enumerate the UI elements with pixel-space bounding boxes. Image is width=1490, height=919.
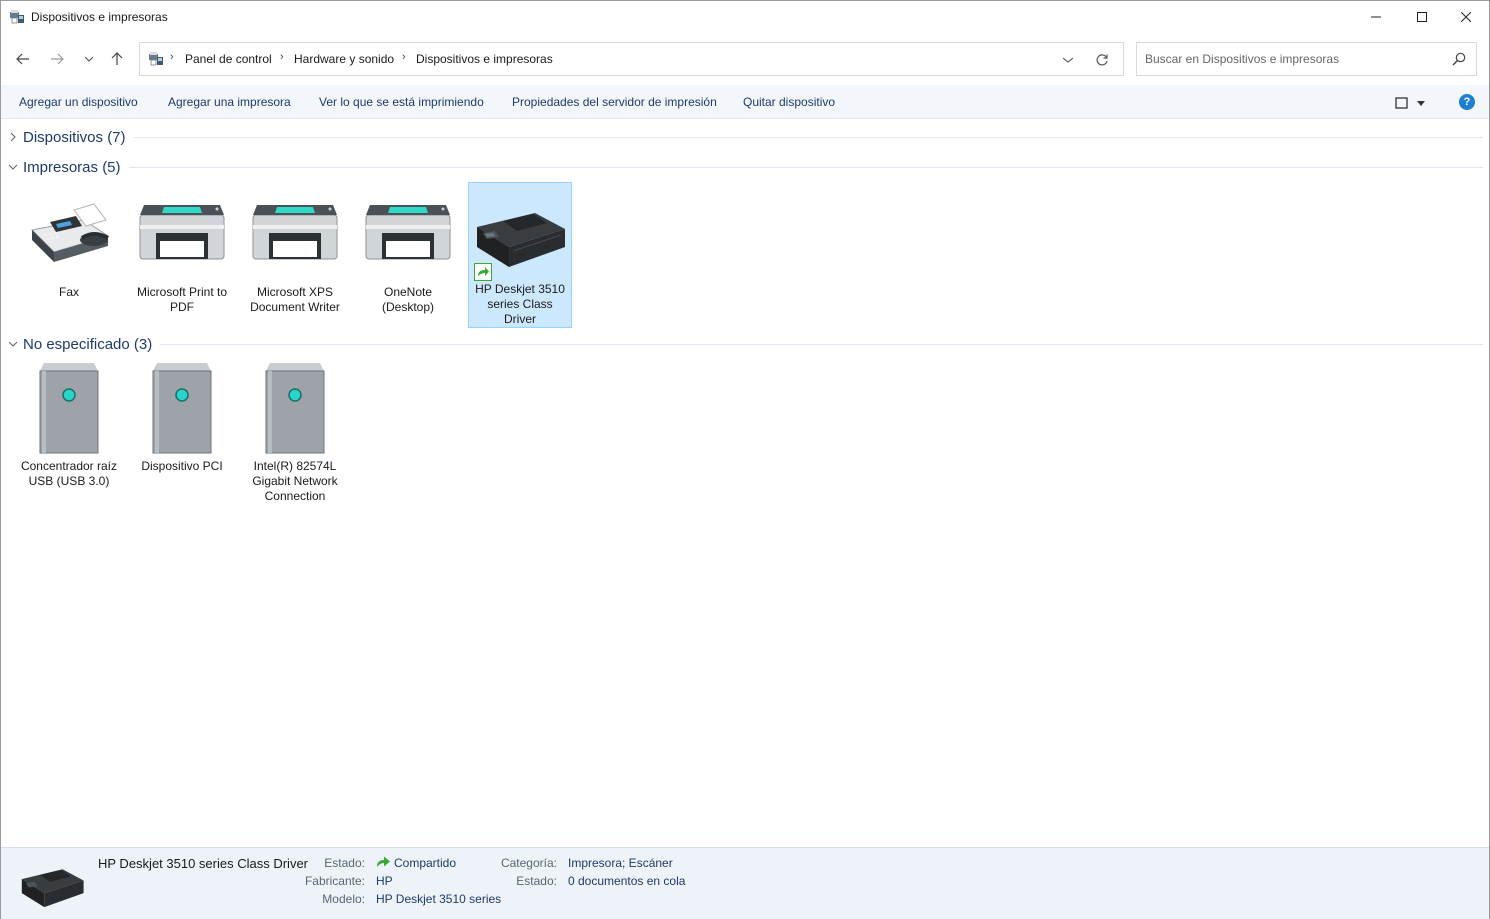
details-category-value: Impresora; Escáner (568, 856, 673, 870)
device-item-hp-deskjet-3510[interactable]: HP Deskjet 3510 series Class Driver (468, 182, 572, 328)
back-button[interactable] (11, 47, 35, 71)
device-item-microsoft-print-to-pdf[interactable]: Microsoft Print to PDF (130, 187, 234, 315)
shared-icon (474, 263, 492, 281)
tower-device-icon (21, 357, 117, 457)
chevron-down-icon (7, 338, 19, 350)
details-device-name: HP Deskjet 3510 series Class Driver (98, 856, 308, 871)
add-printer-button[interactable]: Agregar una impresora (168, 95, 291, 109)
group-divider (160, 343, 1483, 345)
details-pane: HP Deskjet 3510 series Class Driver Esta… (1, 847, 1489, 919)
printer-icon (360, 187, 456, 283)
device-item-usb-root-hub[interactable]: Concentrador raíz USB (USB 3.0) (17, 357, 121, 489)
chevron-down-icon (1063, 57, 1073, 63)
group-header-impresoras[interactable]: Impresoras (5) (7, 157, 1483, 177)
group-title-dispositivos: Dispositivos (7) (23, 128, 126, 146)
device-label: Microsoft Print to PDF (136, 285, 228, 314)
maximize-icon (1417, 12, 1427, 22)
breadcrumb-chevron-icon: › (280, 51, 284, 63)
up-button[interactable] (105, 47, 129, 71)
minimize-button[interactable] (1353, 1, 1399, 33)
group-divider (128, 166, 1483, 168)
printer-icon (247, 187, 343, 283)
chevron-down-icon (85, 56, 93, 62)
navigation-bar: › Panel de control › Hardware y sonido ›… (1, 33, 1489, 85)
add-device-button[interactable]: Agregar un dispositivo (19, 95, 138, 109)
close-icon (1461, 12, 1471, 22)
search-icon[interactable] (1451, 51, 1467, 67)
maximize-button[interactable] (1399, 1, 1445, 33)
address-history-button[interactable] (1058, 51, 1078, 69)
chevron-down-icon (1417, 100, 1425, 106)
details-model-label: Modelo: (322, 892, 365, 906)
devices-printers-icon (10, 10, 24, 24)
shared-icon (377, 856, 390, 867)
breadcrumb-panel-de-control[interactable]: Panel de control (185, 52, 272, 66)
window-title: Dispositivos e impresoras (31, 10, 168, 24)
details-queue-status-value: 0 documentos en cola (568, 874, 686, 888)
breadcrumb-chevron-icon: › (170, 51, 174, 63)
command-bar: Agregar un dispositivo Agregar una impre… (1, 85, 1489, 119)
forward-button[interactable] (45, 47, 69, 71)
group-title-impresoras: Impresoras (5) (23, 158, 121, 176)
refresh-icon (1096, 54, 1108, 66)
device-label: Microsoft XPS Document Writer (250, 285, 340, 314)
recent-locations-button[interactable] (77, 47, 101, 71)
device-item-onenote-desktop[interactable]: OneNote (Desktop) (356, 187, 460, 315)
device-label: Dispositivo PCI (141, 459, 223, 473)
details-manufacturer-value: HP (376, 874, 393, 888)
arrow-left-icon (16, 53, 29, 65)
remove-device-button[interactable]: Quitar dispositivo (743, 95, 835, 109)
device-label: Intel(R) 82574L Gigabit Network Connecti… (252, 459, 338, 503)
tower-device-icon (134, 357, 230, 457)
details-manufacturer-label: Fabricante: (304, 874, 365, 888)
arrow-right-icon (51, 53, 64, 65)
chevron-right-icon (7, 131, 19, 143)
group-header-no-especificado[interactable]: No especificado (3) (7, 334, 1483, 354)
view-icon (1395, 97, 1408, 109)
minimize-icon (1371, 16, 1381, 18)
refresh-button[interactable] (1092, 50, 1112, 70)
details-status-value: Compartido (394, 856, 457, 870)
help-icon: ? (1463, 96, 1471, 108)
details-model-value: HP Deskjet 3510 series (376, 892, 502, 906)
details-category-label: Categoría: (500, 856, 557, 870)
device-item-pci-device[interactable]: Dispositivo PCI (130, 357, 234, 474)
search-box[interactable] (1136, 42, 1477, 76)
group-header-dispositivos[interactable]: Dispositivos (7) (7, 127, 1483, 147)
hp-printer-icon (472, 187, 568, 281)
device-item-fax[interactable]: Fax (17, 187, 121, 300)
device-label: Concentrador raíz USB (USB 3.0) (20, 459, 118, 488)
printer-icon (134, 187, 230, 283)
device-label: OneNote (Desktop) (381, 285, 434, 314)
device-item-microsoft-xps-document-writer[interactable]: Microsoft XPS Document Writer (243, 187, 347, 315)
group-divider (133, 136, 1483, 138)
chevron-down-icon (7, 161, 19, 173)
group-title-no-especificado: No especificado (3) (23, 335, 153, 353)
see-whats-printing-button[interactable]: Ver lo que se está imprimiendo (319, 95, 484, 109)
arrow-up-icon (111, 52, 123, 65)
devices-printers-icon (149, 52, 163, 66)
fax-icon (21, 187, 117, 283)
print-server-properties-button[interactable]: Propiedades del servidor de impresión (512, 95, 717, 109)
devices-printers-window: Dispositivos e impresoras › Panel de con… (0, 0, 1490, 919)
details-status-label: Estado: (324, 856, 365, 870)
title-bar: Dispositivos e impresoras (1, 1, 1489, 33)
tower-device-icon (247, 357, 343, 457)
breadcrumb-chevron-icon: › (402, 51, 406, 63)
device-label: Fax (58, 285, 79, 299)
search-input[interactable] (1145, 52, 1445, 66)
help-button[interactable]: ? (1459, 94, 1475, 110)
close-button[interactable] (1443, 1, 1489, 33)
details-queue-status-label: Estado: (516, 874, 557, 888)
breadcrumb-dispositivos-e-impresoras[interactable]: Dispositivos e impresoras (416, 52, 553, 66)
address-bar[interactable]: › Panel de control › Hardware y sonido ›… (139, 42, 1124, 76)
device-label: HP Deskjet 3510 series Class Driver (475, 282, 565, 326)
device-item-intel-network[interactable]: Intel(R) 82574L Gigabit Network Connecti… (243, 357, 347, 504)
change-view-button[interactable] (1395, 94, 1435, 112)
hp-printer-icon (21, 869, 84, 908)
breadcrumb-hardware-y-sonido[interactable]: Hardware y sonido (294, 52, 394, 66)
